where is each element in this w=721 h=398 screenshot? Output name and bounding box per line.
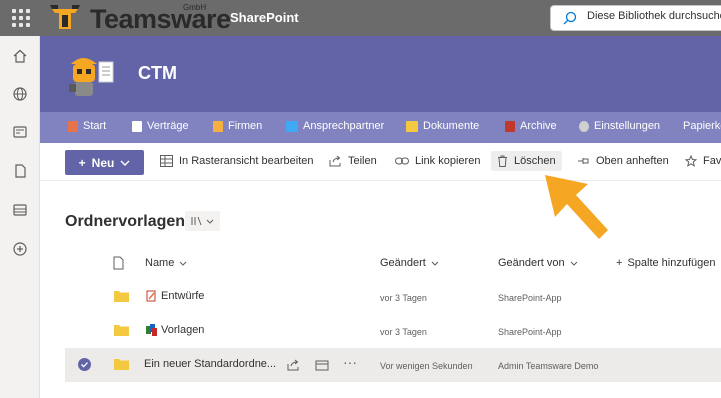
plus-icon: + [616, 257, 623, 269]
nav-item-ansprechpartner[interactable]: Ansprechpartner [286, 120, 384, 132]
link-icon [395, 157, 409, 165]
templates-icon [146, 324, 157, 336]
column-header-modified-by[interactable]: Geändert von [498, 257, 578, 269]
item-modified-by[interactable]: Admin Teamsware Demo [498, 361, 598, 371]
nav-item-archive[interactable]: Archive [505, 120, 557, 132]
grid-icon [160, 155, 173, 167]
pencil-document-icon [146, 290, 156, 302]
folder-icon [406, 120, 418, 132]
copy-link-button[interactable]: Link kopieren [395, 155, 480, 167]
search-input[interactable] [587, 10, 721, 22]
handshake-icon [213, 120, 223, 132]
nav-item-vertraege[interactable]: Verträge [132, 120, 189, 132]
folder-icon [114, 325, 129, 336]
library-title: Ordnervorlagen [65, 213, 186, 230]
item-name[interactable]: Ein neuer Standardordne... [144, 358, 276, 370]
pin-icon [578, 158, 589, 164]
create-icon[interactable] [12, 241, 28, 257]
archive-icon [505, 120, 515, 132]
document-icon [132, 120, 142, 132]
item-modified: Vor wenigen Sekunden [380, 361, 473, 371]
brand-suffix: GmbH [183, 3, 207, 12]
item-modified: vor 3 Tagen [380, 293, 427, 303]
pointer-arrow-overlay [545, 175, 608, 239]
share-icon [329, 155, 341, 167]
app-rail [0, 36, 40, 398]
view-switcher-button[interactable] [185, 211, 220, 231]
item-name[interactable]: Vorlagen [146, 324, 204, 336]
item-modified: vor 3 Tagen [380, 327, 427, 337]
chevron-down-icon [179, 261, 187, 266]
nav-item-start[interactable]: Start [68, 120, 106, 132]
site-logo [69, 58, 114, 96]
nav-item-dokumente[interactable]: Dokumente [406, 120, 479, 132]
item-name[interactable]: Entwürfe [146, 290, 204, 302]
share-button[interactable]: Teilen [329, 155, 377, 167]
file-type-icon[interactable] [113, 256, 124, 270]
pin-to-top-button[interactable]: Oben anheften [577, 155, 669, 167]
more-actions-icon[interactable]: ··· [343, 354, 357, 370]
grid-edit-button[interactable]: In Rasteransicht bearbeiten [160, 155, 314, 167]
chevron-down-icon [570, 261, 578, 266]
home-icon[interactable] [12, 48, 28, 64]
selected-check-icon[interactable] [78, 358, 91, 371]
star-icon [685, 155, 697, 167]
folder-icon [114, 291, 129, 302]
site-header: CTM [40, 36, 721, 112]
chevron-down-icon [206, 219, 214, 224]
teamsware-logo [50, 5, 80, 29]
suite-bar: Teamsware GmbH SharePoint [0, 0, 721, 36]
list-icon[interactable] [12, 202, 28, 218]
brand-name: Teamsware [90, 4, 231, 34]
chevron-down-icon [431, 261, 439, 266]
table-row[interactable]: Ein neuer Standardordne... ··· Vor wenig… [65, 348, 721, 382]
news-icon[interactable] [12, 124, 28, 140]
contact-card-icon [286, 120, 298, 132]
home-icon [68, 120, 78, 132]
library-view-icon [191, 216, 202, 226]
item-modified-by[interactable]: SharePoint-App [498, 293, 562, 303]
add-column-button[interactable]: + Spalte hinzufügen [616, 257, 716, 269]
favorite-button[interactable]: Favorit [685, 155, 721, 167]
folder-icon [114, 359, 129, 370]
globe-icon[interactable] [12, 86, 28, 102]
nav-item-einstellungen[interactable]: Einstellungen [579, 120, 660, 132]
item-modified-by[interactable]: SharePoint-App [498, 327, 562, 337]
table-row[interactable]: Vorlagen vor 3 Tagen SharePoint-App [65, 314, 721, 348]
column-header-modified[interactable]: Geändert [380, 257, 439, 269]
trash-icon [498, 155, 507, 167]
nav-item-firmen[interactable]: Firmen [213, 120, 262, 132]
plus-icon: + [78, 155, 86, 170]
table-row[interactable]: Entwürfe vor 3 Tagen SharePoint-App [65, 280, 721, 314]
share-icon[interactable] [287, 359, 300, 371]
activity-icon[interactable] [315, 359, 329, 371]
command-bar: + Neu In Rasteransicht bearbeiten Teilen… [40, 143, 721, 181]
site-navigation: Start Verträge Firmen Ansprechpartner Do… [40, 112, 721, 143]
chevron-down-icon [120, 160, 130, 166]
app-launcher-icon[interactable] [8, 6, 34, 30]
column-header-name[interactable]: Name [145, 257, 187, 269]
new-button[interactable]: + Neu [65, 150, 144, 175]
suite-app-name[interactable]: SharePoint [230, 10, 299, 25]
search-icon [563, 11, 577, 25]
search-box[interactable] [550, 5, 721, 31]
file-icon[interactable] [12, 163, 28, 179]
nav-item-papierkorb[interactable]: Papierkorb [683, 120, 721, 132]
delete-button[interactable]: Löschen [491, 151, 562, 171]
site-title[interactable]: CTM [138, 63, 177, 84]
gear-icon [579, 120, 589, 132]
